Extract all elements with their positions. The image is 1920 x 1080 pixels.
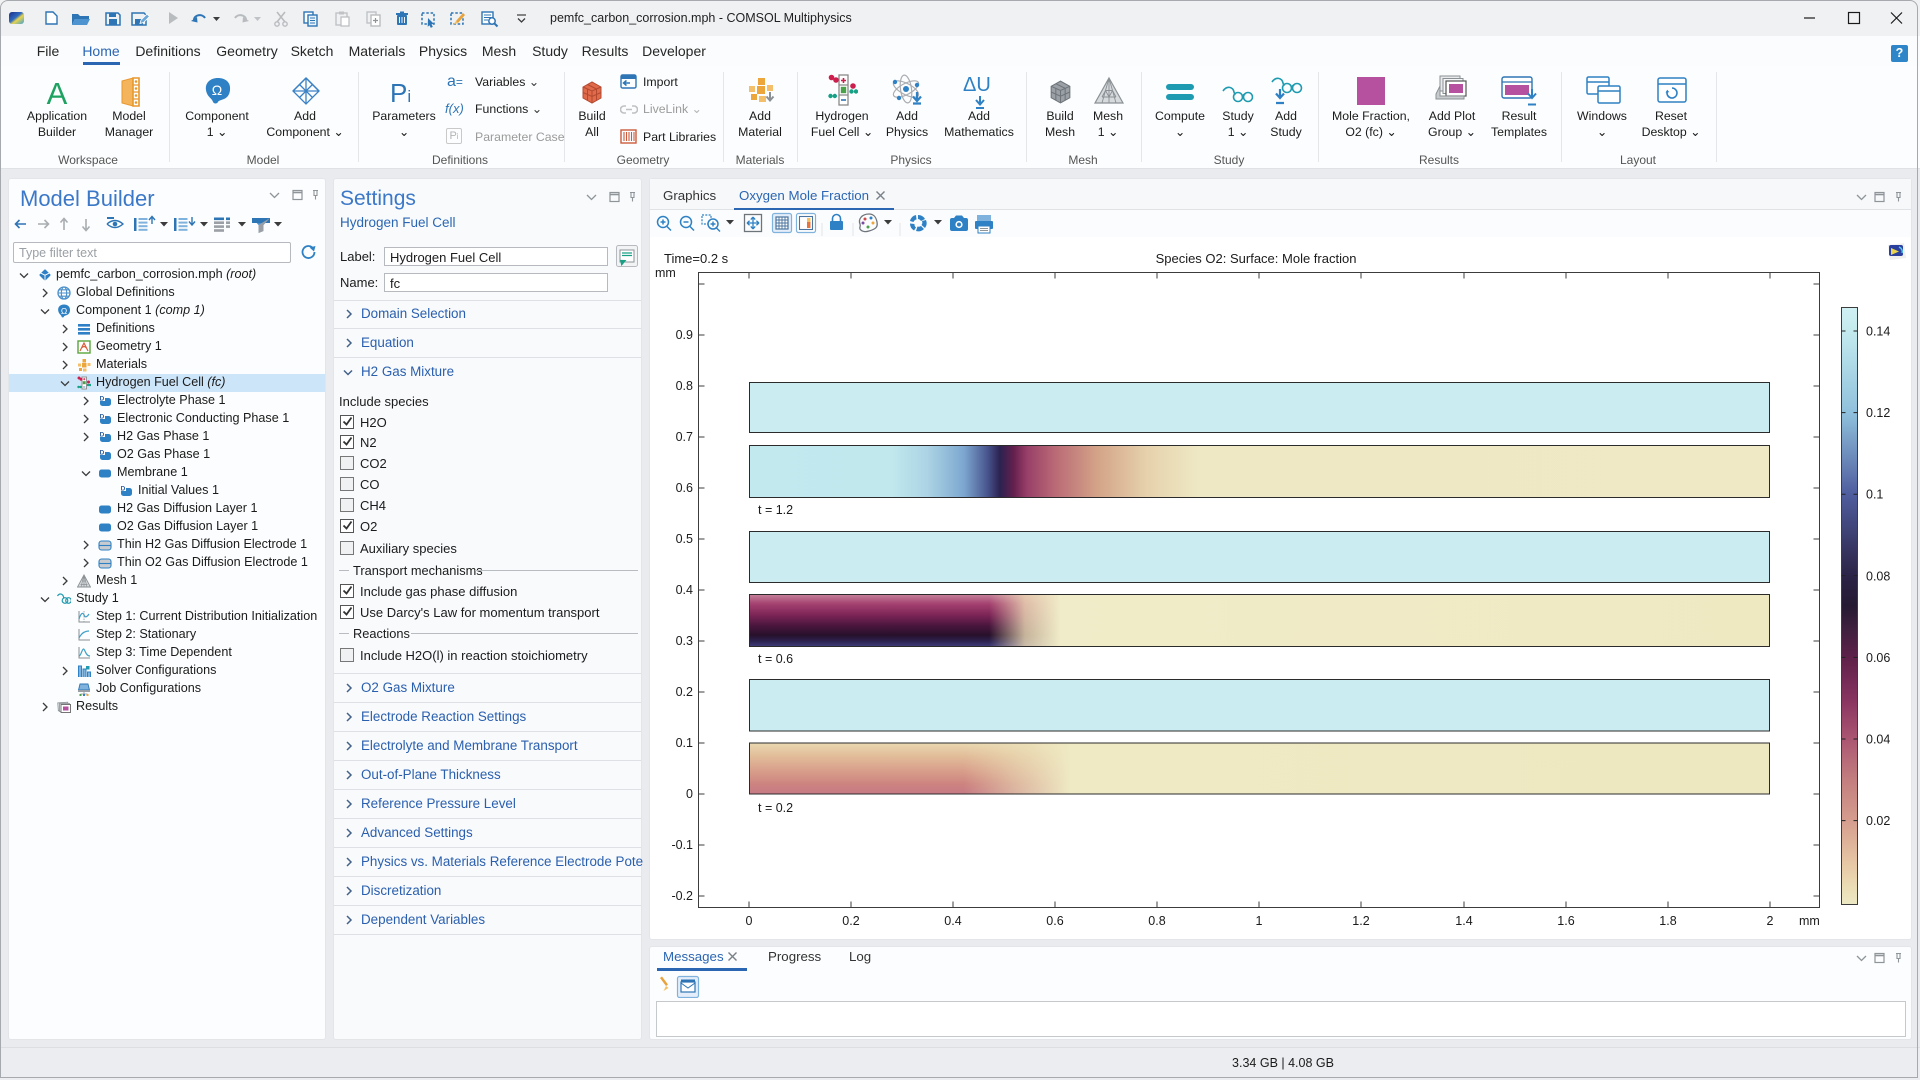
svg-text:Species O2: Surface: Mole frac: Species O2: Surface: Mole fraction (1156, 251, 1357, 266)
svg-text:D: D (100, 396, 105, 403)
svg-text:0.6: 0.6 (1046, 914, 1063, 928)
svg-text:t = 1.2: t = 1.2 (758, 503, 793, 517)
svg-text:0.8: 0.8 (1148, 914, 1165, 928)
svg-text:1.4: 1.4 (1455, 914, 1472, 928)
svg-text:Time=0.2 s: Time=0.2 s (664, 251, 729, 266)
svg-text:0.5: 0.5 (676, 532, 693, 546)
svg-text:1.6: 1.6 (1557, 914, 1574, 928)
svg-text:0: 0 (686, 787, 693, 801)
svg-text:0.6: 0.6 (676, 481, 693, 495)
svg-text:mm: mm (655, 266, 676, 280)
svg-text:D: D (121, 486, 126, 493)
svg-text:0.2: 0.2 (676, 685, 693, 699)
svg-text:0.4: 0.4 (676, 583, 693, 597)
svg-text:D: D (100, 450, 105, 457)
svg-text:t = 0.2: t = 0.2 (758, 801, 793, 815)
svg-text:0.3: 0.3 (676, 634, 693, 648)
svg-text:0.9: 0.9 (676, 328, 693, 342)
svg-text:0.08: 0.08 (1866, 569, 1890, 583)
svg-text:0.04: 0.04 (1866, 733, 1890, 747)
svg-text:D: D (100, 432, 105, 439)
svg-text:mm: mm (1799, 914, 1820, 928)
svg-text:-0.2: -0.2 (671, 889, 693, 903)
svg-text:1.2: 1.2 (1352, 914, 1369, 928)
svg-text:Ω: Ω (212, 82, 222, 98)
svg-text:0.02: 0.02 (1866, 814, 1890, 828)
svg-text:0.7: 0.7 (676, 430, 693, 444)
svg-text:0.2: 0.2 (842, 914, 859, 928)
svg-text:0.4: 0.4 (944, 914, 961, 928)
svg-text:t = 0.6: t = 0.6 (758, 652, 793, 666)
svg-text:0.1: 0.1 (1866, 488, 1883, 502)
svg-text:1: 1 (1256, 914, 1263, 928)
svg-text:0.1: 0.1 (676, 736, 693, 750)
svg-text:0.12: 0.12 (1866, 406, 1890, 420)
svg-text:0.8: 0.8 (676, 379, 693, 393)
svg-text:2: 2 (1767, 914, 1774, 928)
svg-text:D: D (100, 414, 105, 421)
svg-text:-0.1: -0.1 (671, 838, 693, 852)
svg-text:Ω: Ω (61, 306, 67, 316)
svg-text:0.14: 0.14 (1866, 325, 1890, 339)
svg-text:1.8: 1.8 (1659, 914, 1676, 928)
svg-text:0.06: 0.06 (1866, 651, 1890, 665)
svg-text:0: 0 (746, 914, 753, 928)
